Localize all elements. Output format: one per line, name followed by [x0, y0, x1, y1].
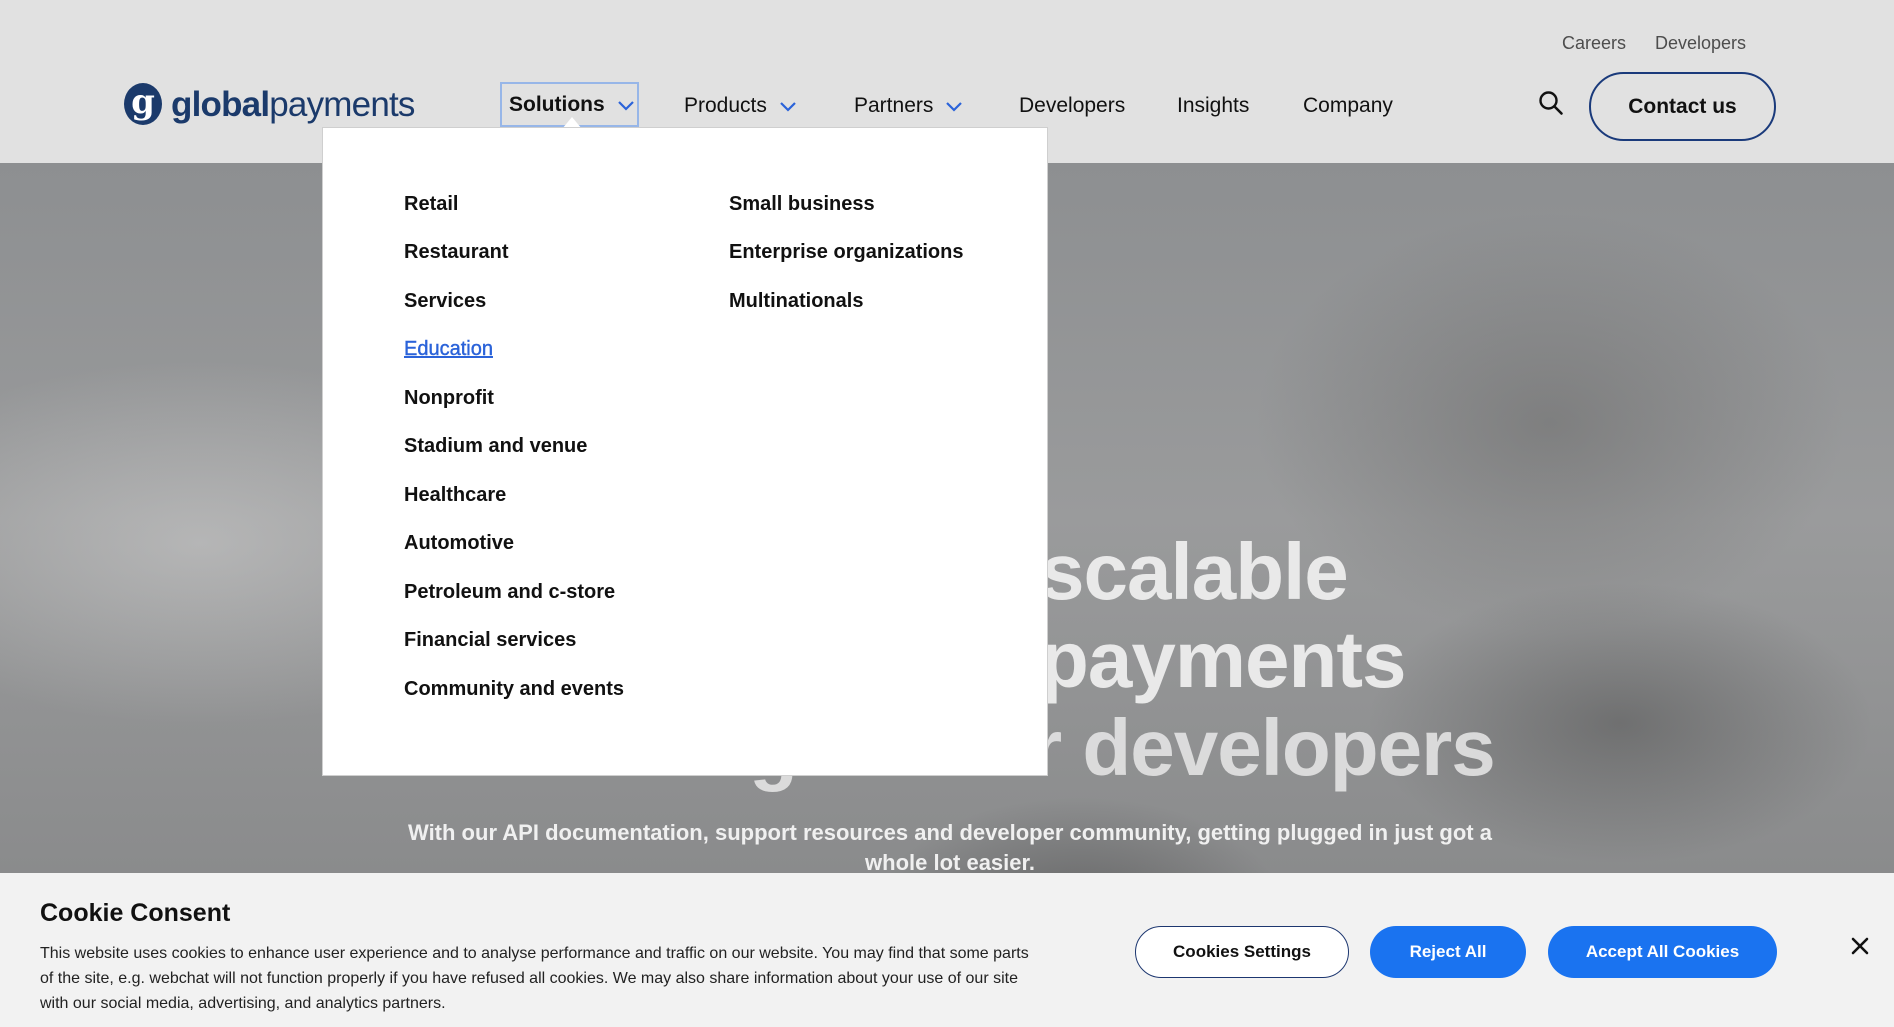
careers-link[interactable]: Careers	[1562, 33, 1626, 54]
reject-all-button[interactable]: Reject All	[1370, 926, 1526, 978]
hero-title-line-2: payments	[1040, 615, 1406, 704]
nav-partners[interactable]: Partners	[854, 82, 965, 130]
menu-item-small-business[interactable]: Small business	[729, 193, 875, 216]
nav-company[interactable]: Company	[1303, 82, 1393, 130]
nav-products[interactable]: Products	[684, 82, 799, 130]
accept-all-cookies-button[interactable]: Accept All Cookies	[1548, 926, 1777, 978]
menu-item-stadium-and-venue[interactable]: Stadium and venue	[404, 435, 587, 458]
logo-mark-icon: g	[124, 83, 162, 125]
cookie-title: Cookie Consent	[40, 899, 231, 927]
menu-item-community-and-events[interactable]: Community and events	[404, 678, 624, 701]
contact-us-button[interactable]: Contact us	[1589, 72, 1776, 141]
nav-products-label: Products	[684, 94, 767, 117]
menu-item-automotive[interactable]: Automotive	[404, 532, 514, 555]
search-icon[interactable]	[1538, 90, 1564, 116]
close-icon[interactable]	[1850, 936, 1870, 956]
menu-item-multinationals[interactable]: Multinationals	[729, 290, 863, 313]
nav-insights[interactable]: Insights	[1177, 82, 1249, 130]
cookies-settings-button[interactable]: Cookies Settings	[1135, 926, 1349, 978]
menu-item-retail[interactable]: Retail	[404, 193, 458, 216]
developers-utility-link[interactable]: Developers	[1655, 33, 1746, 54]
solutions-dropdown-menu: Retail Restaurant Services Education Non…	[322, 127, 1048, 776]
hero-subtitle: With our API documentation, support reso…	[408, 820, 1492, 875]
menu-item-petroleum[interactable]: Petroleum and c-store	[404, 581, 615, 604]
cookie-description: This website uses cookies to enhance use…	[40, 945, 1029, 1012]
menu-item-restaurant[interactable]: Restaurant	[404, 241, 508, 264]
hero-title-line-1: scalable	[1040, 527, 1349, 616]
chevron-down-icon	[617, 100, 634, 111]
global-payments-logo[interactable]: g globalpayments	[124, 82, 415, 126]
menu-item-services[interactable]: Services	[404, 290, 486, 313]
menu-item-education[interactable]: Education	[404, 338, 493, 361]
chevron-down-icon	[946, 102, 963, 112]
menu-item-nonprofit[interactable]: Nonprofit	[404, 387, 494, 410]
nav-partners-label: Partners	[854, 94, 934, 117]
nav-solutions-label: Solutions	[509, 92, 605, 116]
logo-wordmark: globalpayments	[171, 84, 415, 124]
menu-item-financial-services[interactable]: Financial services	[404, 629, 576, 652]
nav-developers[interactable]: Developers	[1019, 82, 1125, 130]
menu-item-healthcare[interactable]: Healthcare	[404, 484, 506, 507]
chevron-down-icon	[780, 102, 796, 112]
menu-item-enterprise-organizations[interactable]: Enterprise organizations	[729, 241, 964, 264]
